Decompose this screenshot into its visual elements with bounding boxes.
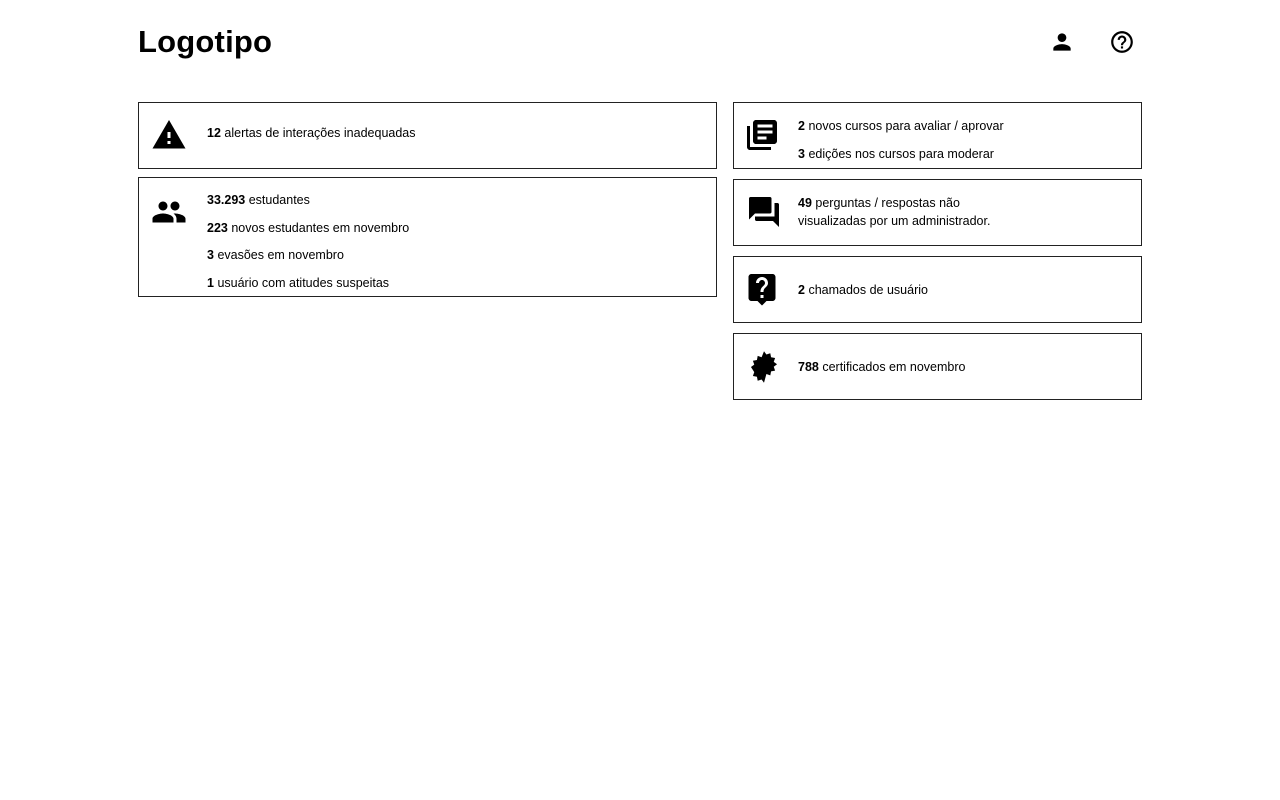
- forum-icon: [746, 194, 782, 230]
- certificates-line: 788 certificados em novembro: [798, 358, 965, 376]
- count: 2: [798, 119, 805, 133]
- label: novos cursos para avaliar / aprovar: [808, 119, 1004, 133]
- count: 3: [798, 147, 805, 161]
- tickets-card[interactable]: 2 chamados de usuário: [733, 256, 1142, 323]
- questions-line1: 49 perguntas / respostas não: [798, 194, 990, 212]
- questions-line2: visualizadas por um administrador.: [798, 214, 991, 228]
- count: 3: [207, 248, 214, 263]
- certificate-seal-icon: [746, 349, 782, 385]
- tickets-line: 2 chamados de usuário: [798, 281, 928, 299]
- header: Logotipo: [138, 22, 1142, 66]
- students-total: 33.293 estudantes: [207, 187, 409, 215]
- label: novos estudantes em novembro: [231, 220, 410, 235]
- count: 2: [798, 283, 805, 297]
- library-books-icon: [744, 117, 780, 153]
- warning-icon: [151, 117, 187, 153]
- students-dropouts: 3 evasões em novembro: [207, 242, 409, 270]
- questions-card[interactable]: 49 perguntas / respostas não visualizada…: [733, 179, 1142, 246]
- alerts-count: 12: [207, 126, 221, 140]
- user-button[interactable]: [1046, 26, 1078, 58]
- certificates-card[interactable]: 788 certificados em novembro: [733, 333, 1142, 400]
- count: 1: [207, 276, 214, 291]
- label: certificados em novembro: [822, 360, 966, 374]
- count: 223: [207, 220, 228, 235]
- students-new: 223 novos estudantes em novembro: [207, 215, 409, 243]
- live-help-icon: [744, 271, 780, 307]
- person-icon: [1053, 33, 1071, 51]
- label: usuário com atitudes suspeitas: [217, 276, 390, 291]
- label: estudantes: [248, 193, 310, 207]
- students-card[interactable]: 33.293 estudantes 223 novos estudantes e…: [138, 177, 717, 297]
- alerts-line: 12 alertas de interações inadequadas: [207, 124, 416, 142]
- help-circle-icon: [1111, 31, 1133, 53]
- courses-card[interactable]: 2 novos cursos para avaliar / aprovar 3 …: [733, 102, 1142, 169]
- label: chamados de usuário: [808, 283, 928, 297]
- label: perguntas / respostas não: [815, 196, 960, 210]
- label: evasões em novembro: [217, 248, 344, 263]
- count: 33.293: [207, 193, 246, 207]
- count: 49: [798, 196, 812, 210]
- courses-edits: 3 edições nos cursos para moderar: [798, 140, 1004, 168]
- group-icon: [151, 194, 187, 230]
- logo[interactable]: Logotipo: [138, 24, 272, 60]
- count: 788: [798, 360, 819, 374]
- alerts-card[interactable]: 12 alertas de interações inadequadas: [138, 102, 717, 169]
- label: edições nos cursos para moderar: [808, 147, 994, 161]
- help-button[interactable]: [1106, 26, 1138, 58]
- courses-new: 2 novos cursos para avaliar / aprovar: [798, 112, 1004, 140]
- alerts-text: alertas de interações inadequadas: [224, 126, 416, 140]
- students-suspicious: 1 usuário com atitudes suspeitas: [207, 270, 409, 298]
